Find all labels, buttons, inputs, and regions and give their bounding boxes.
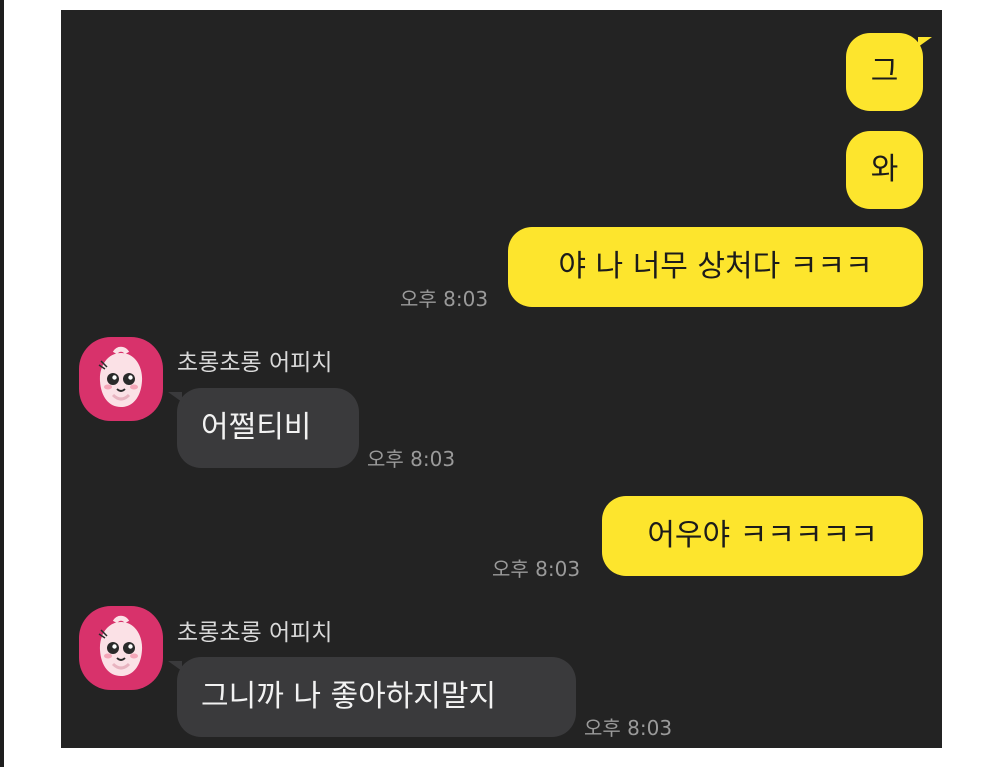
message-timestamp: 오후 8:03	[400, 287, 489, 311]
their-message-bubble[interactable]: 어쩔티비	[168, 388, 359, 468]
message-text: 어우야 ㅋㅋㅋㅋㅋ	[647, 518, 878, 553]
my-message-bubble[interactable]: 야 나 너무 상처다 ㅋㅋㅋ	[508, 227, 923, 307]
my-message-bubble[interactable]: 그	[846, 33, 932, 111]
sender-name: 초롱초롱 어피치	[177, 350, 333, 376]
message-timestamp: 오후 8:03	[492, 557, 581, 581]
my-message-bubble[interactable]: 와	[846, 131, 923, 209]
my-message-bubble[interactable]: 어우야 ㅋㅋㅋㅋㅋ	[602, 496, 923, 576]
apeach-avatar-icon[interactable]	[79, 337, 163, 421]
apeach-avatar-icon[interactable]	[79, 606, 163, 690]
message-text: 어쩔티비	[201, 410, 312, 445]
chat-window[interactable]: 그 와 오후 8:03 야 나 너무 상처다 ㅋㅋㅋ 초롱초롱 어피치 어쩔티비…	[61, 10, 942, 748]
message-text: 와	[870, 152, 899, 187]
window-left-edge	[0, 0, 4, 767]
message-timestamp: 오후 8:03	[367, 447, 456, 471]
sender-name: 초롱초롱 어피치	[177, 620, 333, 646]
message-text: 야 나 너무 상처다 ㅋㅋㅋ	[558, 249, 873, 284]
their-message-bubble[interactable]: 그니까 나 좋아하지말지	[168, 657, 576, 737]
message-timestamp: 오후 8:03	[584, 716, 673, 740]
message-text: 그니까 나 좋아하지말지	[201, 679, 497, 714]
message-text: 그	[870, 54, 899, 89]
